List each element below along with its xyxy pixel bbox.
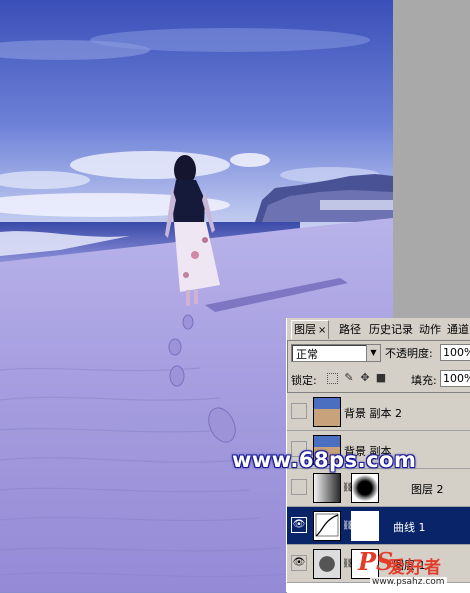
layer-name: 背景 副本 2: [344, 407, 402, 420]
lock-label: 锁定:: [291, 374, 317, 387]
mask-thumbnail[interactable]: [351, 511, 379, 541]
layer-row-selected[interactable]: 👁 ⛓ 曲线 1: [287, 507, 470, 545]
lock-icon[interactable]: ■: [375, 372, 387, 384]
layer-name: 曲线 1: [393, 521, 426, 534]
curves-icon: [313, 511, 341, 541]
chevron-down-icon[interactable]: ▼: [366, 345, 380, 361]
tab-layers-label: 图层: [294, 323, 316, 336]
canvas-backdrop: [393, 0, 470, 318]
fill-label: 填充:: [411, 374, 437, 387]
panel-tab-bar: 图层 × 路径 历史记录 动作 通道: [287, 318, 470, 341]
psahz-logo-text: 爱好者: [388, 558, 442, 578]
tab-actions[interactable]: 动作: [419, 321, 441, 339]
tab-layers[interactable]: 图层 ×: [291, 320, 330, 339]
layer-row[interactable]: 背景 副本 2: [287, 393, 470, 431]
blend-mode-value: 正常: [296, 348, 318, 361]
photo-thumbnail: [313, 397, 341, 427]
link-icon: ⛓: [342, 483, 354, 493]
opacity-field[interactable]: 100%: [440, 344, 470, 361]
psahz-url: www.psahz.com: [370, 577, 447, 587]
link-icon: ⛓: [342, 559, 354, 569]
link-icon: ⛓: [342, 521, 354, 531]
circle-thumbnail: [313, 549, 341, 579]
mask-thumbnail[interactable]: [351, 473, 379, 503]
lock-transparency-icon[interactable]: [327, 373, 338, 384]
fill-field[interactable]: 100%: [440, 370, 470, 387]
watermark-psahz: PS 爱好者 www.psahz.com: [358, 548, 470, 592]
brush-icon[interactable]: ✎: [343, 372, 355, 384]
opacity-label: 不透明度:: [385, 347, 433, 360]
eye-icon[interactable]: 👁: [291, 517, 307, 533]
visibility-toggle[interactable]: [291, 403, 307, 419]
layer-row[interactable]: ⛓ 图层 2: [287, 469, 470, 507]
tab-history[interactable]: 历史记录: [369, 321, 413, 339]
close-icon[interactable]: ×: [318, 325, 326, 336]
visibility-toggle[interactable]: [291, 479, 307, 495]
move-icon[interactable]: ✥: [359, 372, 371, 384]
tab-channels[interactable]: 通道: [447, 321, 469, 339]
blend-mode-select[interactable]: 正常 ▼: [291, 344, 381, 362]
gradient-thumbnail: [313, 473, 341, 503]
watermark-68ps: www.68ps.com: [232, 448, 417, 472]
eye-icon[interactable]: 👁: [291, 555, 307, 571]
tab-paths[interactable]: 路径: [339, 321, 361, 339]
layer-name: 图层 2: [411, 483, 444, 496]
